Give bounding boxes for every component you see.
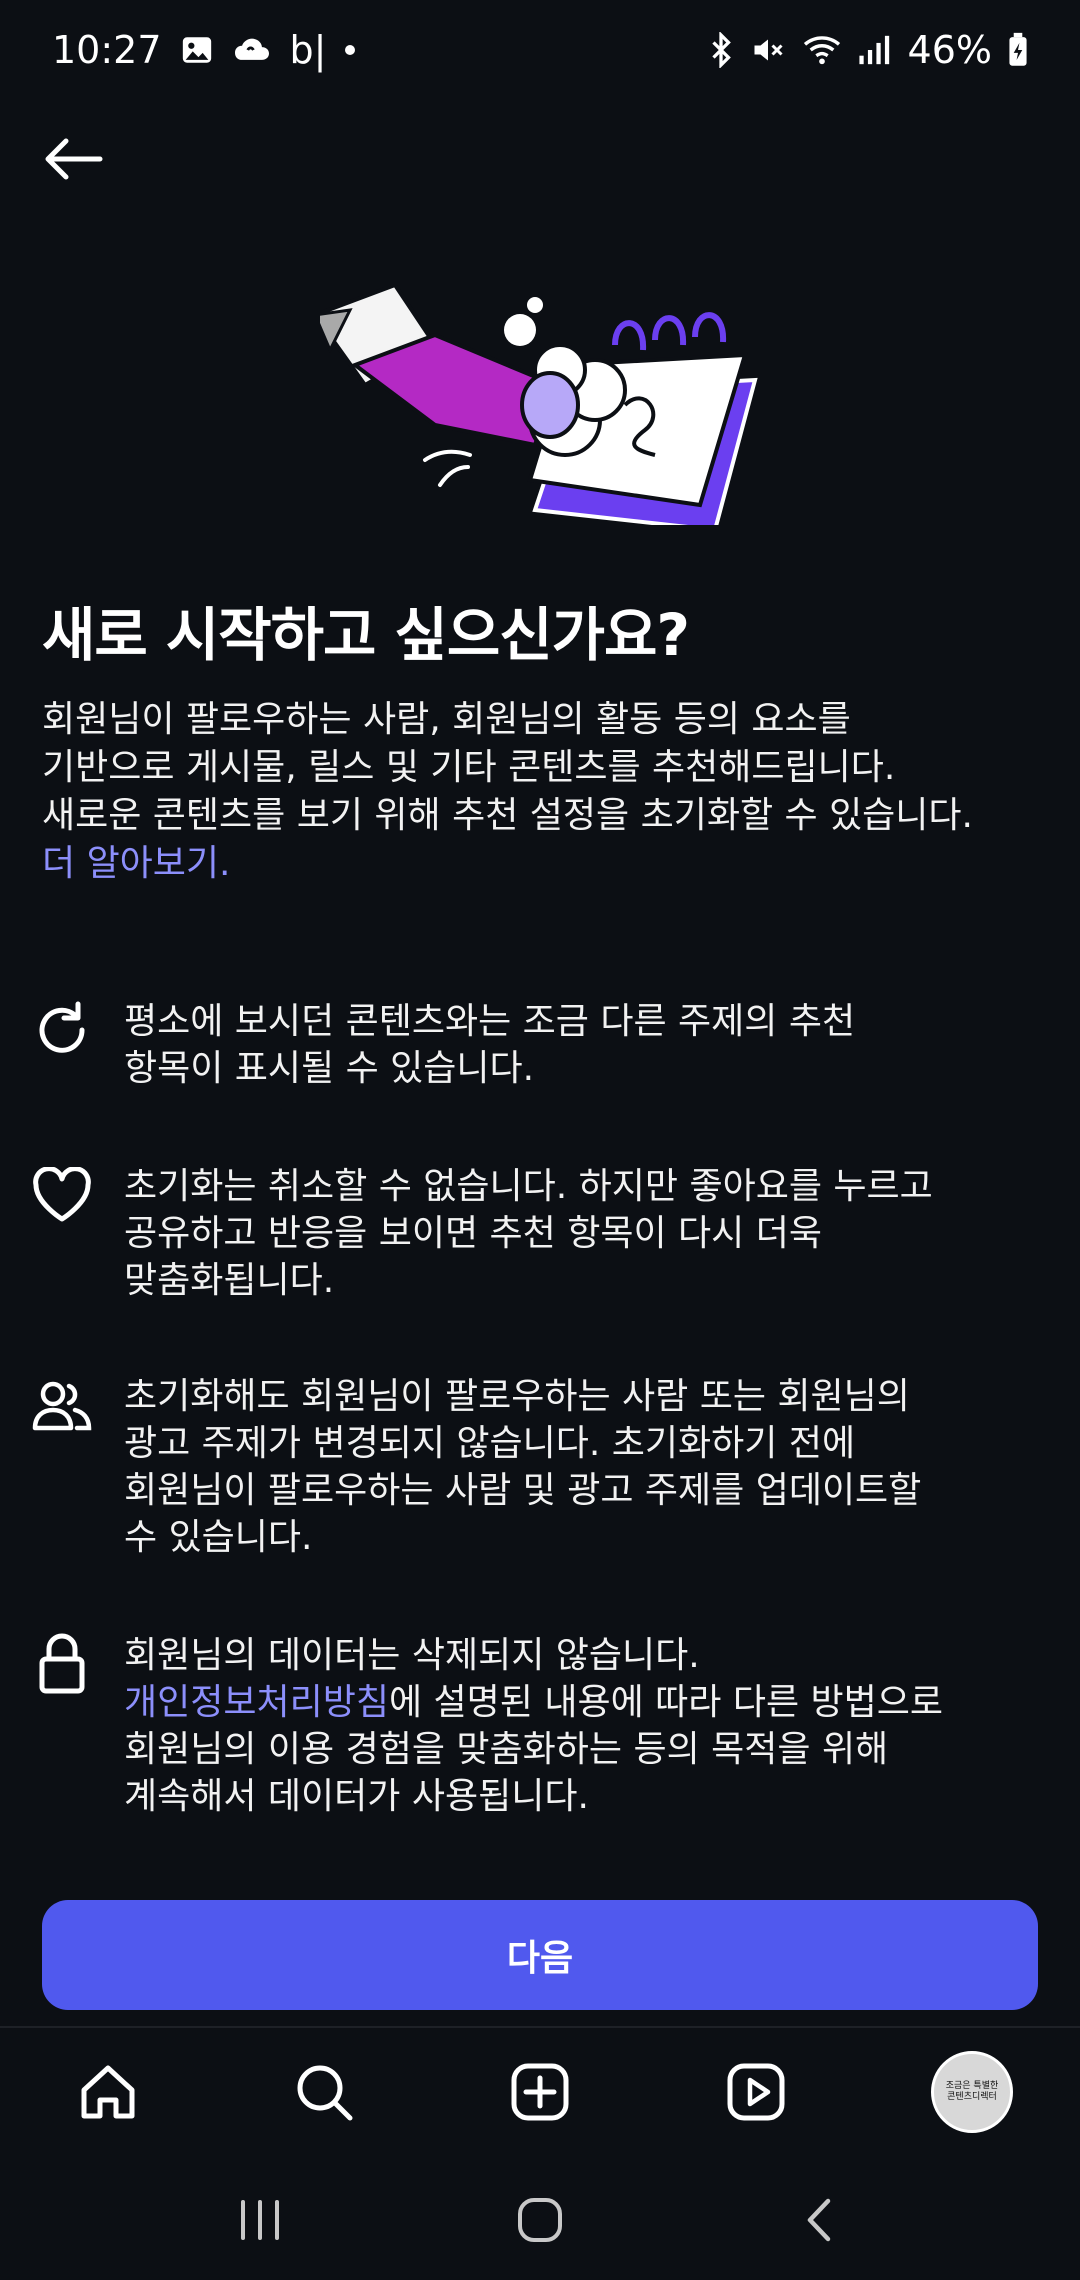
bluetooth-icon bbox=[708, 32, 734, 68]
info-line: 평소에 보시던 콘텐츠와는 조금 다른 주제의 추천 bbox=[124, 1001, 856, 1042]
info-item-text: 평소에 보시던 콘텐츠와는 조금 다른 주제의 추천 항목이 표시될 수 있습니… bbox=[124, 998, 1024, 1092]
people-icon bbox=[30, 1373, 94, 1437]
recents-button[interactable] bbox=[210, 2180, 310, 2260]
info-item-text: 초기화해도 회원님이 팔로우하는 사람 또는 회원님의 광고 주제가 변경되지 … bbox=[124, 1373, 1024, 1561]
info-line: 회원님이 팔로우하는 사람 및 광고 주제를 업데이트할 bbox=[124, 1470, 922, 1511]
learn-more-link[interactable]: 더 알아보기. bbox=[42, 840, 1052, 888]
status-carrier: b| bbox=[289, 28, 327, 72]
tab-profile[interactable]: 조금은 특별한 콘텐츠디렉터 bbox=[917, 2037, 1027, 2147]
status-right: 46% bbox=[708, 28, 1028, 72]
home-icon bbox=[81, 2065, 135, 2119]
dot-icon bbox=[344, 44, 356, 56]
tab-reels[interactable] bbox=[701, 2037, 811, 2147]
chevron-left-icon bbox=[807, 2198, 831, 2242]
back-nav-button[interactable] bbox=[770, 2180, 870, 2260]
hero-illustration bbox=[311, 282, 760, 533]
mute-icon bbox=[750, 32, 786, 68]
search-icon bbox=[297, 2065, 353, 2121]
info-line: 광고 주제가 변경되지 않습니다. 초기화하기 전에 bbox=[124, 1423, 856, 1464]
info-line: 수 있습니다. bbox=[124, 1517, 313, 1558]
info-line: 맞춤화됩니다. bbox=[124, 1260, 335, 1301]
recents-icon bbox=[241, 2200, 279, 2240]
description: 회원님이 팔로우하는 사람, 회원님의 활동 등의 요소를 기반으로 게시물, … bbox=[42, 696, 1052, 888]
info-item-text: 회원님의 데이터는 삭제되지 않습니다. 개인정보처리방침에 설명된 내용에 따… bbox=[124, 1632, 1024, 1820]
info-line: 개인정보처리방침에 설명된 내용에 따라 다른 방법으로 bbox=[124, 1679, 1024, 1726]
home-nav-button[interactable] bbox=[490, 2180, 590, 2260]
tab-create[interactable] bbox=[485, 2037, 595, 2147]
cloud-icon bbox=[232, 33, 272, 67]
avatar-text: 조금은 특별한 bbox=[945, 2081, 999, 2091]
profile-avatar: 조금은 특별한 콘텐츠디렉터 bbox=[931, 2051, 1013, 2133]
info-item-text: 초기화는 취소할 수 없습니다. 하지만 좋아요를 누르고 공유하고 반응을 보… bbox=[124, 1163, 1024, 1304]
tab-search[interactable] bbox=[269, 2037, 379, 2147]
status-time: 10:27 bbox=[52, 28, 162, 72]
heart-icon bbox=[30, 1163, 94, 1227]
bottom-tab-bar: 조금은 특별한 콘텐츠디렉터 bbox=[0, 2026, 1080, 2156]
info-line: 계속해서 데이터가 사용됩니다. bbox=[124, 1776, 589, 1817]
status-bar: 10:27 b| 46% bbox=[0, 0, 1080, 100]
signal-icon bbox=[858, 34, 892, 66]
arrow-left-icon bbox=[45, 138, 103, 180]
info-line: 공유하고 반응을 보이면 추천 항목이 다시 더욱 bbox=[124, 1213, 822, 1254]
privacy-policy-link[interactable]: 개인정보처리방침 bbox=[124, 1682, 389, 1723]
info-line: 회원님의 데이터는 삭제되지 않습니다. bbox=[124, 1635, 700, 1676]
status-left: 10:27 b| bbox=[52, 28, 356, 72]
back-button[interactable] bbox=[38, 128, 108, 190]
info-line: 항목이 표시될 수 있습니다. bbox=[124, 1048, 535, 1089]
gallery-icon bbox=[180, 33, 214, 67]
info-line-rest: 에 설명된 내용에 따라 다른 방법으로 bbox=[388, 1682, 943, 1723]
description-line: 새로운 콘텐츠를 보기 위해 추천 설정을 초기화할 수 있습니다. bbox=[42, 795, 973, 836]
info-line: 회원님의 이용 경험을 맞춤화하는 등의 목적을 위해 bbox=[124, 1729, 889, 1770]
home-circle-icon bbox=[518, 2198, 562, 2242]
description-line: 기반으로 게시물, 릴스 및 기타 콘텐츠를 추천해드립니다. bbox=[42, 747, 896, 788]
create-icon bbox=[511, 2063, 569, 2121]
info-line: 초기화해도 회원님이 팔로우하는 사람 또는 회원님의 bbox=[124, 1376, 910, 1417]
next-button[interactable]: 다음 bbox=[42, 1900, 1038, 2010]
refresh-icon bbox=[30, 998, 94, 1062]
reels-icon bbox=[727, 2063, 785, 2121]
tab-home[interactable] bbox=[53, 2037, 163, 2147]
avatar-text: 콘텐츠디렉터 bbox=[947, 2092, 997, 2102]
battery-icon bbox=[1008, 32, 1028, 68]
lock-icon bbox=[30, 1632, 94, 1696]
description-line: 회원님이 팔로우하는 사람, 회원님의 활동 등의 요소를 bbox=[42, 699, 851, 740]
system-nav-bar bbox=[0, 2160, 1080, 2280]
battery-percent: 46% bbox=[907, 28, 992, 72]
info-line: 초기화는 취소할 수 없습니다. 하지만 좋아요를 누르고 bbox=[124, 1166, 933, 1207]
page-title: 새로 시작하고 싶으신가요? bbox=[42, 601, 690, 669]
wifi-icon bbox=[802, 33, 842, 67]
